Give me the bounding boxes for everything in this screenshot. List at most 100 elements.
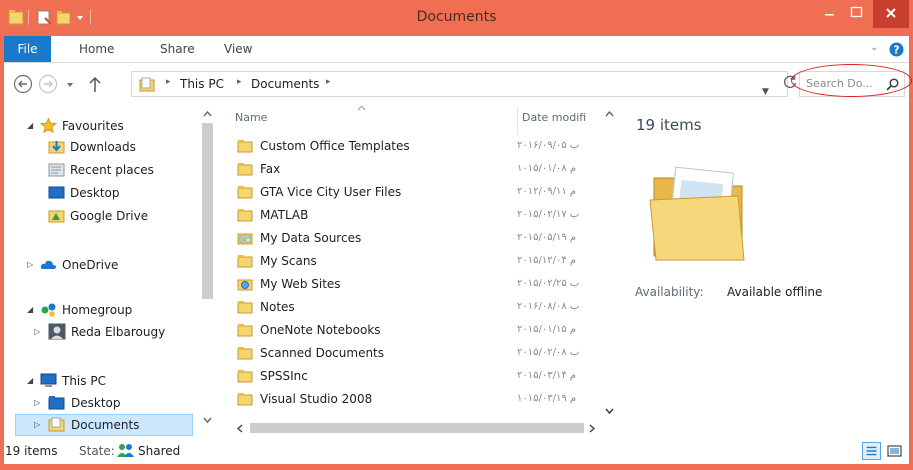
close-button[interactable]: [873, 0, 909, 28]
file-date: ۲۰۱۶/۰۸/۰۸ ب: [517, 301, 580, 312]
collapse-icon[interactable]: ◢: [27, 115, 33, 137]
file-row[interactable]: Custom Office Templates ۲۰۱۶/۰۹/۰۵ ب: [230, 135, 618, 157]
address-dropdown-icon[interactable]: ▼: [762, 87, 769, 97]
navigation-bar: ▸ This PC ▸ Documents ▸ ▼ Search Do...: [4, 63, 912, 106]
help-icon[interactable]: ?: [889, 42, 904, 57]
collapse-icon[interactable]: ◢: [27, 299, 33, 321]
file-row[interactable]: OneNote Notebooks ۲۰۱۵/۰۱/۱۵ م: [230, 319, 618, 341]
up-button[interactable]: [88, 75, 102, 93]
shared-users-icon: [117, 444, 134, 457]
folder-icon: [237, 254, 253, 268]
search-box[interactable]: Search Do...: [799, 71, 905, 97]
folder-icon: [237, 162, 253, 176]
details-pane: 19 items Availability: Available offline: [618, 106, 909, 437]
file-name: GTA Vice City User Files: [260, 185, 402, 199]
nav-item-label: Desktop: [71, 396, 121, 410]
folder-icon: [237, 185, 253, 199]
scrollbar-thumb[interactable]: [202, 123, 213, 299]
navigation-pane: ◢ Favourites Downloads Recent places Des…: [4, 106, 230, 437]
status-item-count: 19 items: [5, 444, 58, 458]
file-row[interactable]: My Web Sites ۲۰۱۵/۰۲/۲۵ ب: [230, 273, 618, 295]
file-name: Fax: [260, 162, 281, 176]
file-date: ۲۰۱۲/۰۹/۱۱ م: [517, 186, 577, 197]
refresh-button[interactable]: [781, 73, 799, 91]
file-row[interactable]: Visual Studio 2008 ۱۰۱۵/۰۳/۱۹ م: [230, 388, 618, 410]
tab-file[interactable]: File: [4, 36, 51, 62]
list-horizontal-scrollbar[interactable]: [230, 419, 618, 437]
tab-view[interactable]: View: [224, 36, 252, 62]
large-icons-view-button[interactable]: [885, 442, 904, 460]
file-row[interactable]: MATLAB ۲۰۱۵/۰۲/۱۷ ب: [230, 204, 618, 226]
file-row[interactable]: Notes ۲۰۱۶/۰۸/۰۸ ب: [230, 296, 618, 318]
nav-favourites-label: Favourites: [62, 119, 124, 133]
breadcrumb-this-pc[interactable]: This PC: [180, 77, 224, 91]
downloads-folder-icon: [48, 141, 65, 154]
scroll-up-icon[interactable]: [605, 110, 614, 118]
scroll-down-icon[interactable]: [203, 416, 212, 424]
recent-locations-icon[interactable]: [65, 80, 75, 90]
folder-icon: [237, 323, 253, 337]
onedrive-icon: [40, 260, 56, 269]
file-row[interactable]: My Data Sources ۲۰۱۵/۰۵/۱۹ م: [230, 227, 618, 249]
collapse-icon[interactable]: ◢: [27, 370, 33, 392]
breadcrumb-documents[interactable]: Documents: [251, 77, 319, 91]
expand-icon[interactable]: ▷: [27, 254, 33, 276]
expand-icon[interactable]: ▷: [34, 414, 40, 436]
maximize-button[interactable]: [843, 0, 870, 28]
file-name: My Data Sources: [260, 231, 362, 245]
scroll-right-icon[interactable]: [588, 424, 596, 433]
user-avatar-icon: [48, 323, 66, 340]
file-name: MATLAB: [260, 208, 309, 222]
back-button[interactable]: [13, 74, 33, 94]
tab-home[interactable]: Home: [79, 36, 114, 62]
file-row[interactable]: SPSSInc ۲۰۱۵/۰۳/۱۴ م: [230, 365, 618, 387]
tab-share[interactable]: Share: [160, 36, 195, 62]
column-header-name[interactable]: Name: [232, 106, 516, 135]
expand-icon[interactable]: ▷: [34, 321, 40, 343]
data-sources-icon: [237, 231, 253, 245]
scroll-up-icon[interactable]: [203, 110, 212, 118]
scroll-left-icon[interactable]: [236, 424, 244, 433]
search-icon[interactable]: [886, 78, 899, 91]
file-row[interactable]: GTA Vice City User Files ۲۰۱۲/۰۹/۱۱ م: [230, 181, 618, 203]
breadcrumb-chevron-icon[interactable]: ▸: [237, 77, 242, 87]
large-folder-icon: [649, 166, 745, 261]
file-date: ۲۰۱۵/۰۲/۱۷ ب: [517, 209, 580, 220]
list-scrollbar[interactable]: [601, 106, 618, 419]
availability-label: Availability:: [635, 285, 704, 299]
file-row[interactable]: Fax ۱۰۱۵/۰۱/۰۸ م: [230, 158, 618, 180]
recent-places-icon: [48, 163, 65, 177]
breadcrumb-chevron-icon[interactable]: ▸: [326, 77, 331, 87]
file-row[interactable]: Scanned Documents ۲۰۱۵/۰۲/۰۸ ب: [230, 342, 618, 364]
search-input[interactable]: Search Do...: [806, 77, 873, 90]
expand-icon[interactable]: ▷: [34, 392, 40, 414]
file-date: ۲۰۱۵/۰۲/۲۵ ب: [517, 278, 580, 289]
title-bar[interactable]: Documents: [0, 0, 913, 36]
folder-icon: [237, 392, 253, 406]
details-view-button[interactable]: [862, 442, 881, 460]
file-date: ۲۰۱۶/۰۹/۰۵ ب: [517, 140, 580, 151]
nav-scrollbar[interactable]: [199, 106, 216, 426]
explorer-window: Documents File Home Share View ⌄ ? ▸ Thi…: [0, 0, 913, 470]
folder-location-icon: [139, 77, 155, 92]
nav-homegroup-label: Homegroup: [62, 303, 133, 317]
nav-item-label: Google Drive: [70, 209, 149, 223]
scroll-down-icon[interactable]: [605, 407, 614, 415]
computer-icon: [40, 373, 57, 387]
address-bar[interactable]: ▸ This PC ▸ Documents ▸ ▼: [131, 71, 788, 97]
folder-icon: [237, 369, 253, 383]
minimize-button[interactable]: [816, 0, 843, 28]
column-header-date[interactable]: Date modifi: [517, 106, 607, 135]
file-row[interactable]: My Scans ۲۰۱۵/۱۲/۰۴ م: [230, 250, 618, 272]
column-header-label: Name: [235, 111, 268, 124]
desktop-icon: [48, 186, 65, 199]
forward-button[interactable]: [38, 74, 58, 94]
file-name: My Scans: [260, 254, 317, 268]
file-name: Visual Studio 2008: [260, 392, 373, 406]
breadcrumb-chevron-icon[interactable]: ▸: [166, 77, 171, 87]
expand-ribbon-icon[interactable]: ⌄: [870, 42, 878, 53]
file-name: My Web Sites: [260, 277, 341, 291]
file-date: ۲۰۱۵/۱۲/۰۴ م: [517, 255, 577, 266]
file-date: ۲۰۱۵/۰۱/۱۵ م: [517, 324, 577, 335]
scrollbar-thumb[interactable]: [250, 423, 584, 433]
